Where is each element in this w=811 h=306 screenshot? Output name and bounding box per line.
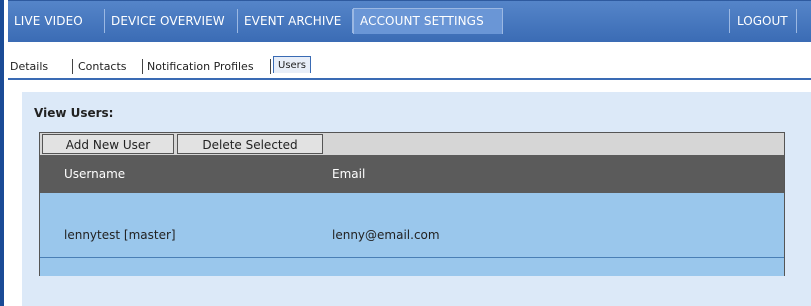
- delete-selected-button[interactable]: Delete Selected: [177, 134, 323, 154]
- nav-tab-event-archive[interactable]: EVENT ARCHIVE: [238, 9, 353, 33]
- content-panel: View Users: Add New User Delete Selected…: [22, 92, 811, 306]
- nav-tab-live-video[interactable]: LIVE VIDEO: [8, 9, 105, 33]
- sub-navigation: Details Contacts Notification Profiles U…: [8, 42, 811, 82]
- subtab-users[interactable]: Users: [273, 56, 312, 73]
- subtab-notification-profiles[interactable]: Notification Profiles: [147, 60, 254, 73]
- logout-divider: [729, 9, 730, 33]
- column-header-username[interactable]: Username: [64, 155, 125, 193]
- cell-email: lenny@email.com: [332, 228, 440, 242]
- subtab-details[interactable]: Details: [10, 60, 48, 73]
- table-header: Username Email: [40, 155, 784, 193]
- add-new-user-button[interactable]: Add New User: [42, 134, 174, 154]
- page-title: View Users:: [34, 106, 114, 120]
- nav-tab-account-settings[interactable]: ACCOUNT SETTINGS: [353, 8, 503, 34]
- table-toolbar: Add New User Delete Selected: [40, 133, 784, 155]
- column-header-email[interactable]: Email: [332, 155, 365, 193]
- subtab-contacts[interactable]: Contacts: [78, 60, 127, 73]
- nav-tab-device-overview[interactable]: DEVICE OVERVIEW: [105, 9, 238, 33]
- subtab-divider: [72, 59, 73, 74]
- app-frame: LIVE VIDEO DEVICE OVERVIEW EVENT ARCHIVE…: [0, 0, 811, 306]
- logout-button[interactable]: LOGOUT: [737, 9, 797, 33]
- table-empty-row: [40, 257, 784, 276]
- subnav-underline: [8, 78, 811, 80]
- subtab-divider: [142, 59, 143, 74]
- subtab-divider: [270, 59, 271, 74]
- cell-username: lennytest [master]: [64, 228, 176, 242]
- top-navigation: LIVE VIDEO DEVICE OVERVIEW EVENT ARCHIVE…: [8, 0, 811, 43]
- table-row[interactable]: lennytest [master] lenny@email.com: [40, 193, 784, 257]
- users-table: Add New User Delete Selected Username Em…: [39, 132, 785, 276]
